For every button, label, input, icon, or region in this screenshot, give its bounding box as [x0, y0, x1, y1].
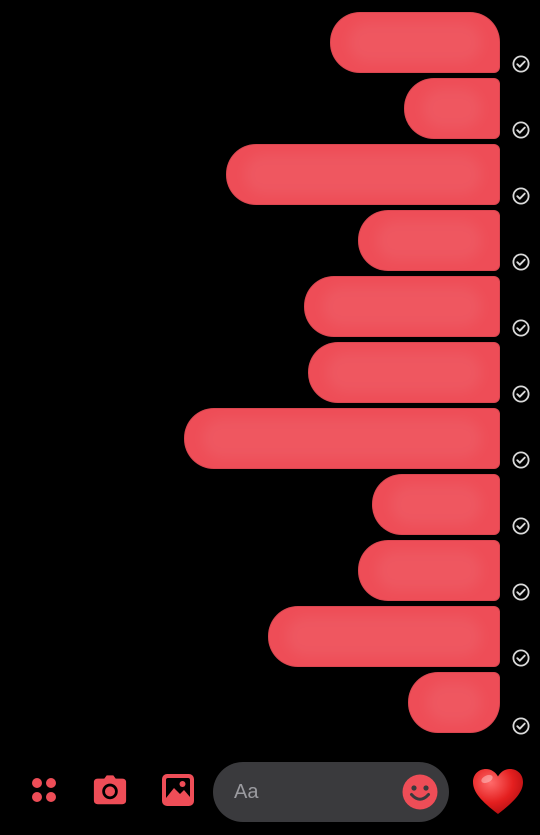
message-bubble[interactable]: [268, 606, 500, 667]
message-bubble[interactable]: [330, 12, 500, 73]
check-circle-icon: [512, 253, 530, 271]
check-circle-icon: [512, 319, 530, 337]
message-input-placeholder: Aa: [234, 781, 259, 803]
message-bubble[interactable]: [408, 672, 500, 733]
check-circle-icon: [512, 583, 530, 601]
heart-icon: [473, 769, 523, 814]
chat-screen: Aa: [0, 0, 540, 835]
message-bubble[interactable]: [184, 408, 500, 469]
message-bubble[interactable]: [226, 144, 500, 205]
camera-button[interactable]: [92, 772, 128, 808]
camera-icon: [93, 775, 127, 805]
check-circle-icon: [512, 717, 530, 735]
message-bubble[interactable]: [358, 210, 500, 271]
message-bubble[interactable]: [308, 342, 500, 403]
like-heart-button[interactable]: [470, 764, 526, 820]
check-circle-icon: [512, 517, 530, 535]
apps-grid-button[interactable]: [26, 772, 62, 808]
message-bubble[interactable]: [304, 276, 500, 337]
check-circle-icon: [512, 55, 530, 73]
message-bubble[interactable]: [372, 474, 500, 535]
check-circle-icon: [512, 187, 530, 205]
apps-grid-icon: [32, 778, 56, 802]
message-bubble[interactable]: [358, 540, 500, 601]
emoji-button[interactable]: [401, 773, 439, 811]
check-circle-icon: [512, 649, 530, 667]
gallery-button[interactable]: [160, 772, 196, 808]
message-input[interactable]: Aa: [213, 762, 449, 822]
message-bubble[interactable]: [404, 78, 500, 139]
smiley-emoji-icon: [402, 774, 438, 810]
check-circle-icon: [512, 121, 530, 139]
check-circle-icon: [512, 385, 530, 403]
check-circle-icon: [512, 451, 530, 469]
image-gallery-icon: [162, 774, 194, 806]
